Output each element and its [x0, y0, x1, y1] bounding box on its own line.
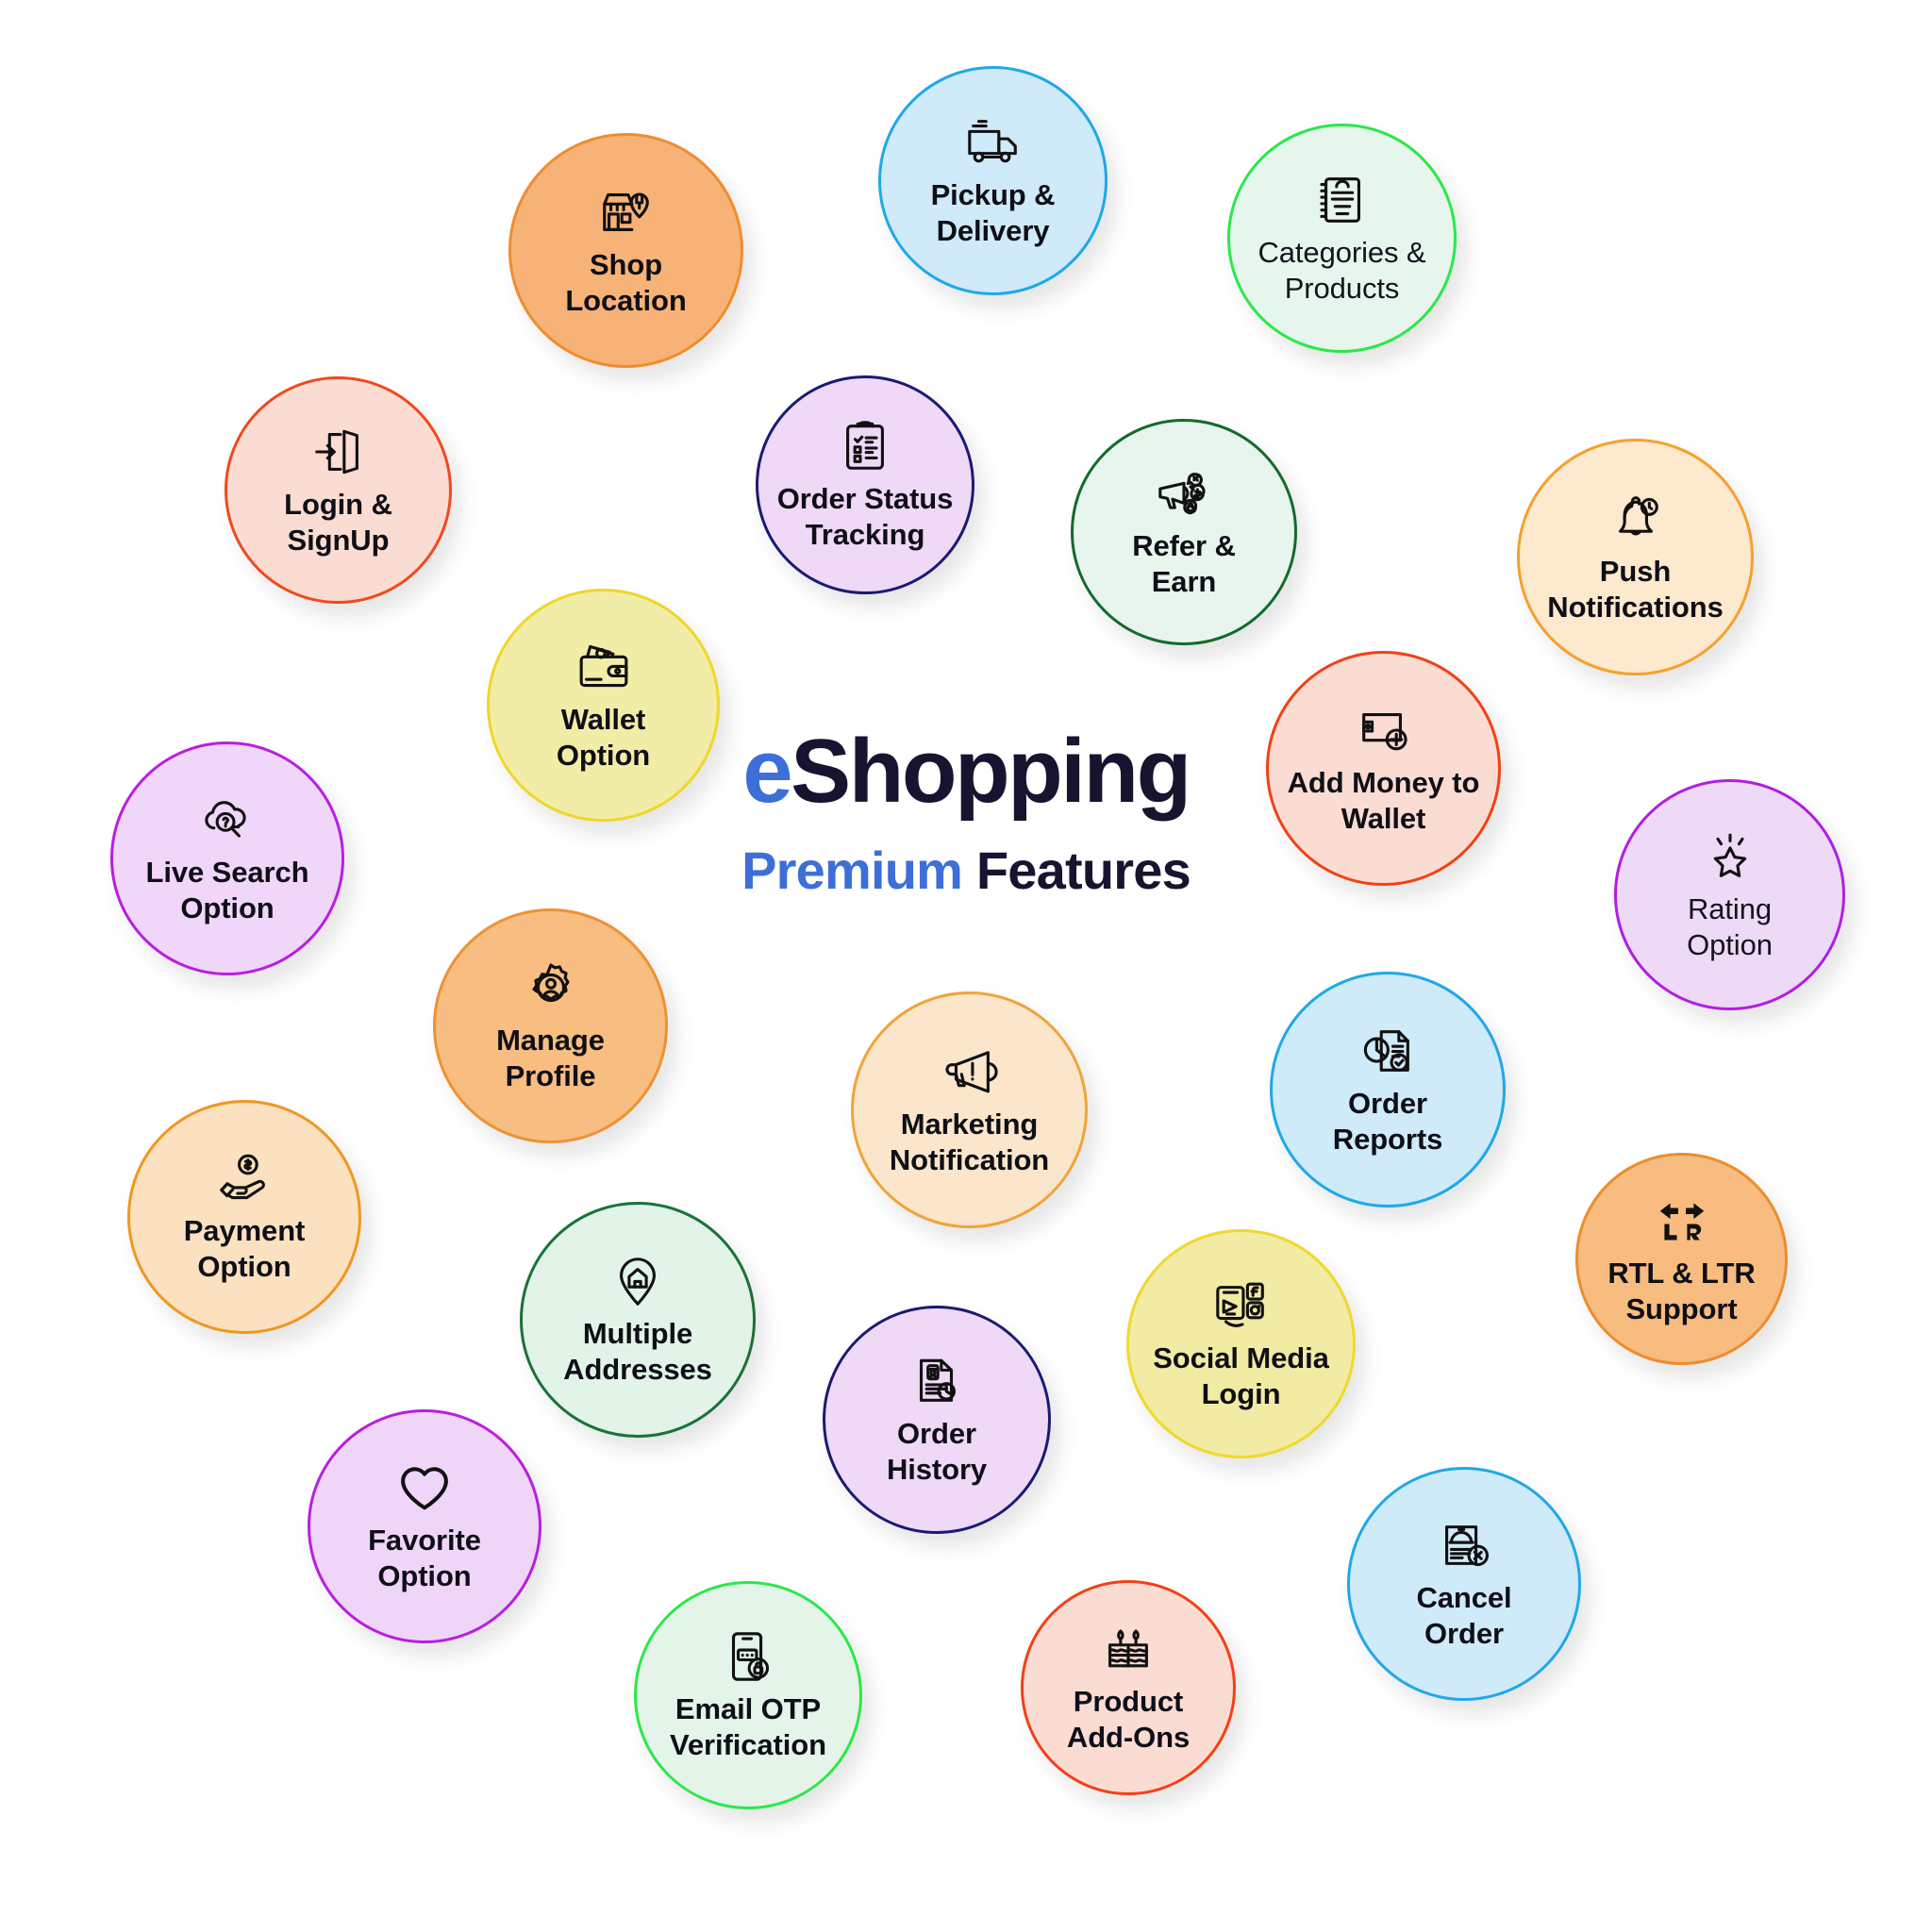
feature-label: Order Reports	[1332, 1087, 1443, 1156]
feature-bubble-order-reports[interactable]: Order Reports	[1270, 972, 1506, 1208]
wallet-plus-icon	[1355, 701, 1413, 759]
heart-icon	[395, 1458, 454, 1517]
megaphone-rewards-icon	[1155, 464, 1213, 523]
feature-bubble-rtl-ltr-support[interactable]: RTL & LTR Support	[1575, 1153, 1788, 1365]
feature-bubble-categories-products[interactable]: Categories & Products	[1227, 124, 1457, 353]
feature-label: Cancel Order	[1416, 1581, 1512, 1650]
order-document-clock-icon	[908, 1352, 966, 1410]
storefront-location-icon	[597, 183, 656, 242]
feature-label: Login & SignUp	[284, 487, 392, 557]
delivery-truck-icon	[964, 113, 1023, 172]
feature-bubble-product-add-ons[interactable]: Product Add-Ons	[1021, 1580, 1236, 1795]
star-sparkle-icon	[1701, 827, 1759, 886]
feature-label: Refer & Earn	[1132, 529, 1236, 598]
feature-bubble-live-search-option[interactable]: Live Search Option	[110, 741, 344, 975]
feature-label: Order History	[886, 1417, 988, 1486]
brand-title-block: eShopping Premium Features	[672, 726, 1260, 899]
feature-bubble-favorite-option[interactable]: Favorite Option	[308, 1409, 541, 1643]
subtitle-accent-word: Premium	[741, 841, 963, 900]
hand-coin-icon	[215, 1149, 274, 1208]
feature-label: Product Add-Ons	[1066, 1685, 1191, 1754]
feature-label: Live Search Option	[145, 856, 309, 924]
feature-bubble-cancel-order[interactable]: Cancel Order	[1347, 1467, 1581, 1701]
feature-label: Push Notifications	[1547, 554, 1724, 624]
feature-label: Order Status Tracking	[776, 482, 954, 551]
feature-label: Wallet Option	[556, 702, 651, 772]
feature-label: Add Money to Wallet	[1287, 765, 1480, 835]
bullhorn-icon	[941, 1042, 999, 1101]
feature-bubble-login-signup[interactable]: Login & SignUp	[225, 376, 452, 604]
feature-label: Favorite Option	[368, 1524, 481, 1592]
brand-rest: Shopping	[791, 721, 1191, 822]
feature-label: Social Media Login	[1153, 1341, 1329, 1410]
feature-label: RTL & LTR Support	[1607, 1256, 1756, 1325]
feature-label: Pickup & Delivery	[930, 177, 1056, 247]
feature-bubble-pickup-delivery[interactable]: Pickup & Delivery	[878, 66, 1108, 295]
feature-bubble-manage-profile[interactable]: Manage Profile	[433, 908, 668, 1143]
cancel-order-icon	[1435, 1516, 1493, 1574]
home-pin-icon	[608, 1252, 667, 1310]
wallet-cash-icon	[575, 638, 633, 696]
feature-bubble-multiple-addresses[interactable]: Multiple Addresses	[520, 1202, 756, 1438]
feature-label: Shop Location	[565, 247, 687, 317]
page-title: eShopping	[672, 726, 1260, 817]
feature-bubble-order-status-tracking[interactable]: Order Status Tracking	[756, 375, 974, 594]
feature-label: Rating Option	[1687, 891, 1773, 961]
feature-bubble-payment-option[interactable]: Payment Option	[127, 1100, 361, 1334]
cake-layers-icon	[1099, 1620, 1158, 1678]
cloud-search-icon	[198, 791, 257, 849]
social-media-icon	[1212, 1276, 1271, 1335]
feature-label: Multiple Addresses	[563, 1317, 712, 1386]
login-door-icon	[309, 423, 368, 481]
feature-bubble-push-notifications[interactable]: Push Notifications	[1517, 439, 1754, 675]
menu-book-icon	[1313, 171, 1372, 229]
feature-label: Manage Profile	[496, 1023, 605, 1092]
infographic-canvas: Shop Location Pickup & Delivery Categori…	[0, 0, 1932, 1932]
feature-label: Categories & Products	[1257, 235, 1426, 305]
feature-label: Marketing Notification	[889, 1107, 1050, 1176]
feature-bubble-marketing-notification[interactable]: Marketing Notification	[851, 991, 1088, 1228]
mobile-otp-lock-icon	[719, 1627, 777, 1686]
brand-accent-letter: e	[742, 721, 792, 822]
feature-bubble-add-money-to-wallet[interactable]: Add Money to Wallet	[1266, 651, 1501, 886]
bell-alert-icon	[1607, 490, 1665, 548]
feature-bubble-refer-earn[interactable]: Refer & Earn	[1071, 419, 1297, 645]
profile-gear-icon	[522, 958, 580, 1017]
feature-label: Email OTP Verification	[670, 1692, 826, 1761]
left-right-arrows-icon	[1653, 1191, 1711, 1250]
feature-bubble-social-media-login[interactable]: Social Media Login	[1126, 1229, 1356, 1458]
feature-bubble-shop-location[interactable]: Shop Location	[508, 133, 743, 368]
subtitle-rest: Features	[962, 841, 1191, 900]
clipboard-checklist-icon	[836, 417, 894, 475]
feature-label: Payment Option	[183, 1214, 306, 1283]
feature-bubble-order-history[interactable]: Order History	[823, 1306, 1051, 1534]
page-subtitle: Premium Features	[672, 841, 1260, 900]
feature-bubble-rating-option[interactable]: Rating Option	[1614, 779, 1845, 1010]
report-chart-icon	[1358, 1022, 1417, 1080]
feature-bubble-email-otp-verification[interactable]: Email OTP Verification	[634, 1581, 862, 1809]
